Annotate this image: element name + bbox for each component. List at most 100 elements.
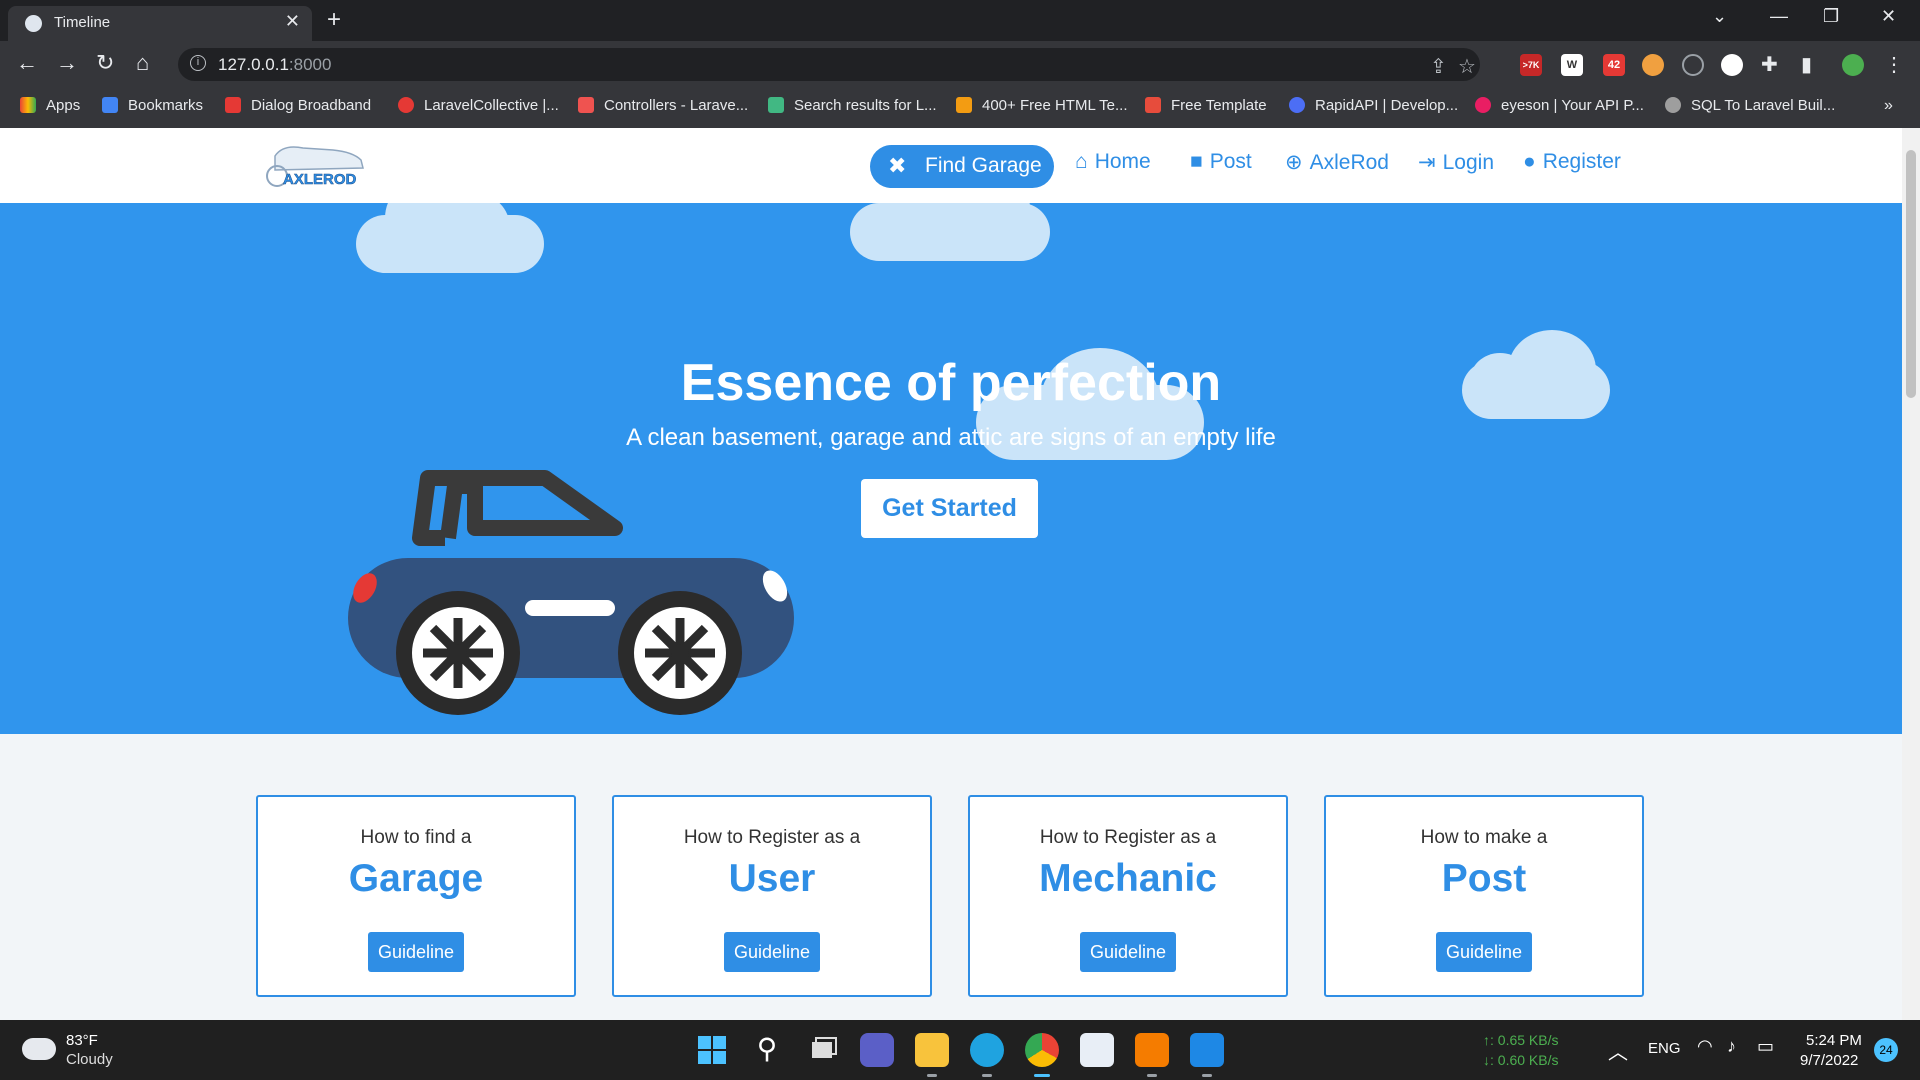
- gmail-extension-icon[interactable]: >7K: [1520, 54, 1542, 76]
- back-icon[interactable]: ←: [16, 50, 38, 76]
- clock-date[interactable]: 9/7/2022: [1800, 1052, 1858, 1069]
- minimize-icon[interactable]: —: [1770, 6, 1788, 27]
- house-icon: ⌂: [1075, 150, 1088, 173]
- card-pretext: How to find a: [360, 827, 472, 848]
- user-icon: ●: [1523, 150, 1536, 173]
- front-wheel-icon: [618, 591, 742, 715]
- side-panel-icon[interactable]: ▮: [1801, 52, 1812, 77]
- logo-text: AXLEROD: [283, 171, 357, 188]
- bookmark-controllers[interactable]: Controllers - Larave...: [578, 97, 748, 114]
- menu-icon[interactable]: ⋮: [1884, 52, 1904, 77]
- wifi-icon[interactable]: ◠: [1697, 1036, 1713, 1057]
- weather-temp[interactable]: 83°F: [66, 1032, 98, 1049]
- tools-icon: ✖: [888, 153, 907, 178]
- address-bar[interactable]: i 127.0.0.1:8000 ⇪ ☆: [178, 48, 1480, 81]
- task-view-icon[interactable]: [806, 1033, 840, 1067]
- bookmark-rapidapi[interactable]: RapidAPI | Develop...: [1289, 97, 1458, 114]
- nav-register[interactable]: ● Register: [1523, 150, 1621, 174]
- weather-desc[interactable]: Cloudy: [66, 1051, 113, 1068]
- page-scrollbar[interactable]: [1902, 128, 1920, 1020]
- bookmark-eyeson[interactable]: eyeson | Your API P...: [1475, 97, 1644, 114]
- card-register-mechanic: How to Register as a Mechanic Guideline: [968, 795, 1288, 997]
- cloud-weather-icon[interactable]: [22, 1038, 56, 1060]
- web-page: AXLEROD ✖ Find Garage ⌂ Home ■ Post ⊕ AxleR…: [0, 128, 1902, 1020]
- clock-time[interactable]: 5:24 PM: [1806, 1032, 1862, 1049]
- globe-icon: [1665, 97, 1681, 113]
- search-icon[interactable]: ⚲: [750, 1033, 784, 1067]
- music-extension-icon[interactable]: [1682, 54, 1704, 76]
- bookmark-star-icon[interactable]: ☆: [1458, 54, 1476, 79]
- more-bookmarks-icon[interactable]: »: [1884, 97, 1893, 115]
- nav-home[interactable]: ⌂ Home: [1075, 150, 1151, 174]
- resource-monitor-icon[interactable]: [1080, 1033, 1114, 1067]
- star-icon: [102, 97, 118, 113]
- guideline-button[interactable]: Guideline: [1436, 932, 1532, 972]
- site-info-icon[interactable]: i: [190, 55, 206, 71]
- start-icon[interactable]: [695, 1033, 729, 1067]
- close-window-icon[interactable]: ✕: [1881, 6, 1896, 27]
- teams-chat-icon[interactable]: [860, 1033, 894, 1067]
- laravel-logo-icon: [578, 97, 594, 113]
- browser-tab[interactable]: Timeline ✕: [8, 6, 312, 41]
- bookmark-sql-laravel[interactable]: SQL To Laravel Buil...: [1665, 97, 1835, 114]
- notification-badge[interactable]: 24: [1874, 1038, 1898, 1062]
- chevron-up-icon[interactable]: ︿: [1608, 1036, 1628, 1065]
- card-make-post: How to make a Post Guideline: [1324, 795, 1644, 997]
- eyes-extension-icon[interactable]: [1642, 54, 1664, 76]
- browser-tab-strip: Timeline ✕ + ⌄ — ❐ ✕: [0, 0, 1920, 41]
- rapidapi-icon: [1289, 97, 1305, 113]
- chrome-icon[interactable]: [1025, 1033, 1059, 1067]
- apps-grid-icon: [20, 97, 36, 113]
- share-icon[interactable]: ⇪: [1430, 54, 1447, 79]
- find-garage-label: Find Garage: [925, 154, 1042, 177]
- guideline-button[interactable]: Guideline: [368, 932, 464, 972]
- hero-title: Essence of perfection: [680, 354, 1222, 412]
- tab-title: Timeline: [54, 14, 111, 31]
- card-pretext: How to Register as a: [683, 827, 861, 848]
- badge-extension-icon[interactable]: 42: [1603, 54, 1625, 76]
- restore-icon[interactable]: ❐: [1823, 6, 1839, 27]
- file-explorer-icon[interactable]: [915, 1033, 949, 1067]
- volume-icon[interactable]: ♪: [1727, 1036, 1736, 1057]
- rear-wheel-icon: [396, 591, 520, 715]
- card-title: Post: [1441, 857, 1527, 900]
- get-started-button[interactable]: Get Started: [861, 479, 1038, 538]
- vscode-icon[interactable]: [1190, 1033, 1224, 1067]
- hero-section: Essence of perfection A clean basement, …: [0, 203, 1902, 734]
- find-garage-button[interactable]: ✖ Find Garage: [870, 145, 1054, 188]
- bookmark-html-templates[interactable]: 400+ Free HTML Te...: [956, 97, 1127, 114]
- profile-avatar[interactable]: [1842, 54, 1864, 76]
- card-title: Garage: [348, 857, 484, 900]
- forward-icon[interactable]: →: [56, 50, 78, 76]
- xampp-icon[interactable]: [1135, 1033, 1169, 1067]
- bookmark-search-results[interactable]: Search results for L...: [768, 97, 937, 114]
- home-icon[interactable]: ⌂: [136, 50, 149, 76]
- nav-post[interactable]: ■ Post: [1190, 150, 1252, 174]
- axlerod-logo[interactable]: AXLEROD: [263, 138, 371, 194]
- bookmark-apps[interactable]: Apps: [20, 97, 80, 114]
- bookmark-dialog[interactable]: Dialog Broadband: [225, 97, 371, 114]
- new-tab-button[interactable]: +: [327, 6, 341, 34]
- bookmark-free-template[interactable]: Free Template: [1145, 97, 1267, 114]
- nav-login[interactable]: ⇥ Login: [1418, 150, 1494, 175]
- url-text[interactable]: 127.0.0.1:8000: [218, 55, 331, 75]
- reader-extension-icon[interactable]: [1721, 54, 1743, 76]
- extensions-puzzle-icon[interactable]: ✚: [1761, 52, 1778, 77]
- huawei-icon: [225, 97, 241, 113]
- w-extension-icon[interactable]: W: [1561, 54, 1583, 76]
- battery-icon[interactable]: ▭: [1757, 1036, 1774, 1057]
- bookmark-laravelcollective[interactable]: LaravelCollective |...: [398, 97, 559, 114]
- bookmark-bookmarks[interactable]: Bookmarks: [102, 97, 203, 114]
- guideline-button[interactable]: Guideline: [724, 932, 820, 972]
- reload-icon[interactable]: ↻: [96, 50, 114, 76]
- guideline-button[interactable]: Guideline: [1080, 932, 1176, 972]
- edge-icon[interactable]: [970, 1033, 1004, 1067]
- nav-axlerod[interactable]: ⊕ AxleRod: [1285, 150, 1389, 175]
- sticky-note-icon: ■: [1190, 150, 1203, 173]
- close-tab-icon[interactable]: ✕: [285, 11, 300, 32]
- site-navbar: AXLEROD ✖ Find Garage ⌂ Home ■ Post ⊕ AxleR…: [0, 128, 1902, 203]
- language-indicator[interactable]: ENG: [1648, 1040, 1681, 1057]
- scrollbar-thumb[interactable]: [1906, 150, 1916, 398]
- bookmarks-bar: Apps Bookmarks Dialog Broadband LaravelC…: [0, 87, 1920, 128]
- tab-search-icon[interactable]: ⌄: [1712, 6, 1727, 27]
